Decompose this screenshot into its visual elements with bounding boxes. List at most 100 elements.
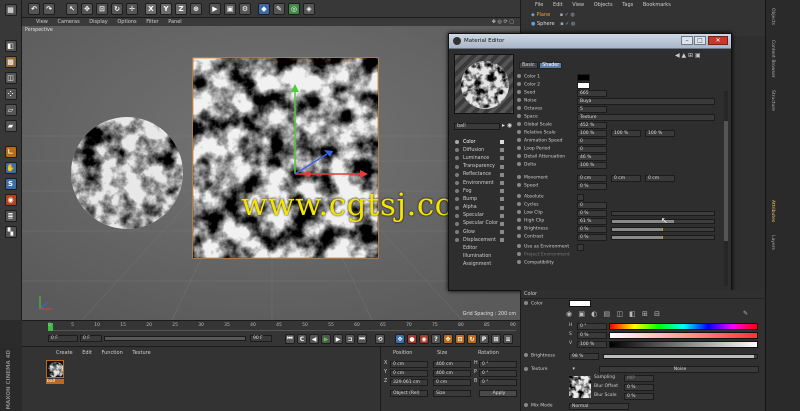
noise-select[interactable]: Buya — [577, 98, 715, 105]
high-clip-input[interactable]: 61 % — [577, 218, 607, 225]
material-preview[interactable] — [454, 54, 514, 114]
seed-input[interactable]: 665 — [577, 90, 607, 97]
channel-illumination[interactable]: Illumination — [455, 253, 507, 261]
attr-color-swatch[interactable] — [569, 300, 591, 307]
record-icon[interactable]: ● — [407, 334, 417, 344]
subdivision-icon[interactable]: ◎ — [288, 2, 300, 15]
channel-checkbox[interactable] — [500, 148, 504, 153]
space-select[interactable]: Texture — [577, 114, 715, 121]
end-frame-field[interactable]: 90 F — [250, 335, 272, 342]
channel-displacement[interactable]: Displacement — [455, 236, 507, 244]
undo-icon[interactable]: ↶ — [28, 2, 40, 15]
texture-mode-icon[interactable]: ▩ — [4, 56, 17, 68]
color-mode-icons[interactable]: ◉ ▣ ◐ ▤ ◫ ◧ ⊞ ⊟ — [566, 310, 662, 318]
channel-glow[interactable]: Glow — [455, 228, 507, 236]
minimize-button[interactable]: – — [681, 36, 693, 45]
channel-checkbox[interactable] — [500, 230, 504, 235]
relative-scale-y[interactable]: 100 % — [611, 130, 641, 137]
size-mode-select[interactable]: Size — [433, 390, 471, 397]
prev-key-icon[interactable]: C — [297, 334, 307, 344]
viewport-nav-icons[interactable]: ✥ ◎ ⟳ ▢ — [492, 19, 514, 25]
sphere-object[interactable] — [71, 117, 183, 229]
size-z-input[interactable]: 0 cm — [433, 379, 471, 386]
position-y-input[interactable]: 0 cm — [390, 370, 428, 377]
om-menu-file[interactable]: File — [535, 2, 543, 8]
channel-checkbox[interactable] — [500, 140, 504, 145]
viewport-menu-panel[interactable]: Panel — [168, 19, 182, 25]
side-tab-content-browser[interactable]: Content Browser — [770, 40, 775, 78]
close-button[interactable]: ✕ — [708, 36, 728, 45]
attr-brightness-slider[interactable] — [603, 354, 758, 359]
channel-editor[interactable]: Editor — [455, 244, 507, 252]
channel-checkbox[interactable] — [500, 164, 504, 169]
channel-checkbox[interactable] — [500, 221, 504, 226]
rotation-h-input[interactable]: 0 ° — [479, 361, 517, 368]
movement-y[interactable]: 0 cm — [611, 175, 641, 182]
current-frame-field[interactable]: 0 F — [48, 335, 78, 342]
goto-start-icon[interactable]: ⏮ — [285, 334, 295, 344]
layout-icon[interactable]: ▦ — [4, 4, 17, 16]
lock-workplane-icon[interactable]: ◉ — [4, 194, 17, 206]
preview-range-slider[interactable] — [104, 336, 246, 341]
material-name-icons[interactable]: ▸ ◉ — [502, 122, 512, 129]
position-x-input[interactable]: 0 cm — [390, 361, 428, 368]
value-input[interactable]: 100 % — [577, 341, 607, 348]
channel-specular-color[interactable]: Specular Color — [455, 220, 507, 228]
channel-reflectance[interactable]: Reflectance — [455, 171, 507, 179]
deformer-icon[interactable]: ◈ — [303, 2, 315, 15]
side-tab-structure[interactable]: Structure — [770, 90, 775, 111]
size-x-input[interactable]: 400 cm — [433, 361, 471, 368]
sampling-select[interactable]: MIP — [624, 375, 654, 382]
relative-scale-x[interactable]: 100 % — [577, 130, 607, 137]
channel-checkbox[interactable] — [500, 172, 504, 177]
om-menu-bookmarks[interactable]: Bookmarks — [643, 2, 671, 8]
start-frame-field[interactable]: 0 F — [80, 335, 102, 342]
next-key-icon[interactable]: ⊐ — [345, 334, 355, 344]
params-scroll-thumb[interactable] — [724, 121, 728, 241]
tweak-mode-icon[interactable]: ✋ — [4, 162, 17, 174]
viewport-menu-options[interactable]: Options — [117, 19, 136, 25]
contrast-input[interactable]: 0 % — [577, 234, 607, 241]
prev-frame-icon[interactable]: ◀ — [309, 334, 319, 344]
brightness-input[interactable]: 0 % — [577, 226, 607, 233]
viewport-menu-view[interactable]: View — [36, 19, 48, 25]
sculpt-icon[interactable]: ▚ — [4, 226, 17, 238]
rotate-tool-icon[interactable]: ↻ — [111, 2, 123, 15]
size-y-input[interactable]: 400 cm — [433, 370, 471, 377]
mm-menu-edit[interactable]: Edit — [82, 350, 92, 356]
attr-brightness-input[interactable]: 98 % — [569, 353, 599, 360]
color-1-swatch[interactable] — [577, 74, 590, 81]
blur-scale-input[interactable]: 0 % — [624, 393, 654, 400]
viewport-menu-filter[interactable]: Filter — [146, 19, 158, 25]
mm-menu-function[interactable]: Function — [102, 350, 123, 356]
coordinate-system-icon[interactable]: ⊕ — [190, 2, 202, 15]
om-menu-objects[interactable]: Objects — [594, 2, 613, 8]
movement-z[interactable]: 0 cm — [645, 175, 675, 182]
redo-icon[interactable]: ↷ — [43, 2, 55, 15]
move-key-icon[interactable]: ✥ — [395, 334, 405, 344]
mm-menu-texture[interactable]: Texture — [132, 350, 150, 356]
channel-fog[interactable]: Fog — [455, 187, 507, 195]
object-row-sphere[interactable]: ● Sphere ▪ ✓ ◍ — [531, 21, 611, 28]
loop-period-input[interactable]: 0 — [577, 146, 607, 153]
position-z-input[interactable]: 329.061 cm — [390, 379, 428, 386]
polygons-mode-icon[interactable]: ▰ — [4, 120, 17, 132]
pla-key-icon[interactable]: ⊞ — [491, 334, 501, 344]
brightness-slider[interactable] — [611, 227, 715, 232]
channel-luminance[interactable]: Luminance — [455, 154, 507, 162]
points-mode-icon[interactable]: ⁘ — [4, 88, 17, 100]
material-name-field[interactable]: ball — [454, 123, 500, 130]
mix-mode-select[interactable]: Normal — [569, 403, 629, 410]
channel-specular[interactable]: Specular — [455, 212, 507, 220]
plane-object[interactable] — [192, 57, 379, 259]
channel-environment[interactable]: Environment — [455, 179, 507, 187]
mm-menu-create[interactable]: Create — [56, 350, 73, 356]
cube-icon[interactable]: ◆ — [258, 2, 270, 15]
scale-key-icon[interactable]: ⊡ — [455, 334, 465, 344]
channel-diffusion[interactable]: Diffusion — [455, 146, 507, 154]
workplane-icon[interactable]: ◫ — [4, 72, 17, 84]
channel-checkbox[interactable] — [500, 156, 504, 161]
hue-input[interactable]: 0 ° — [577, 323, 607, 330]
tab-shader[interactable]: Shader — [539, 62, 563, 69]
loop-icon[interactable]: ⟲ — [375, 334, 385, 344]
